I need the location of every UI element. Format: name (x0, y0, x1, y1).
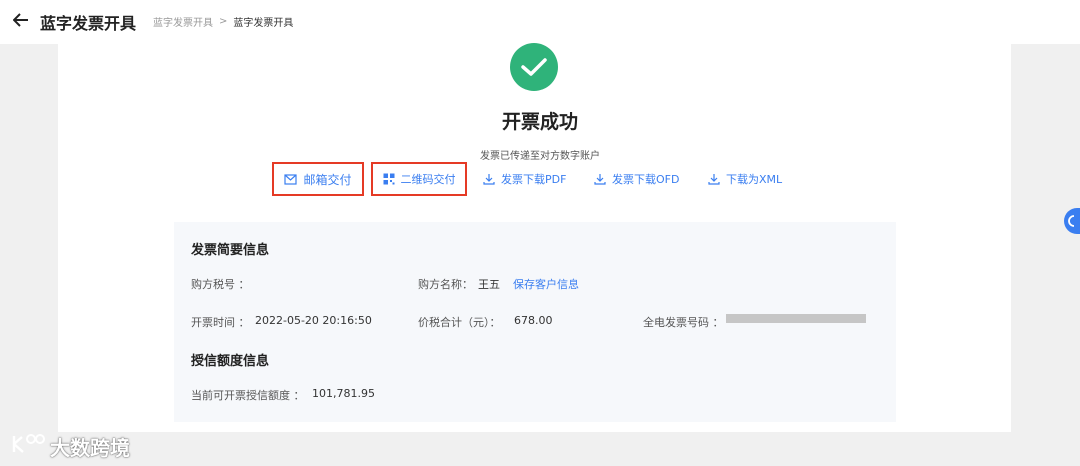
email-delivery-label: 邮箱交付 (303, 172, 352, 187)
download-xml-button[interactable]: 下载为XML (708, 170, 782, 188)
download-ofd-label: 发票下载OFD (612, 173, 680, 186)
issue-time-label: 开票时间 ： (191, 316, 250, 329)
invoice-no-label: 全电发票号码 ： (643, 316, 724, 329)
breadcrumb: 蓝字发票开具 > 蓝字发票开具 (153, 14, 293, 29)
watermark-text: 大数跨境 (50, 436, 130, 460)
invoice-summary-title: 发票简要信息 (191, 243, 270, 258)
qrcode-icon (383, 173, 395, 185)
credit-available-label: 当前可开票授信额度 ： (191, 389, 305, 402)
qrcode-delivery-label: 二维码交付 (400, 173, 456, 186)
credit-available-value: 101,781.95 (312, 387, 375, 400)
watermark-logo-icon (10, 433, 46, 460)
success-check-icon (510, 43, 558, 91)
buyer-name-label: 购方名称： (418, 278, 473, 291)
watermark: 大数跨境 (10, 432, 130, 461)
success-subtitle: 发票已传递至对方数字账户 (480, 151, 600, 162)
download-icon (708, 173, 720, 185)
total-value: 678.00 (514, 314, 553, 327)
success-title: 开票成功 (501, 111, 578, 133)
save-customer-link[interactable]: 保存客户信息 (513, 276, 579, 292)
download-pdf-button[interactable]: 发票下载PDF (483, 170, 566, 188)
back-arrow-icon[interactable] (10, 10, 32, 30)
issue-time-value: 2022-05-20 20:16:50 (255, 314, 372, 327)
credit-info-title: 授信额度信息 (191, 354, 270, 369)
download-icon (483, 173, 495, 185)
buyer-tax-no-label: 购方税号 ： (191, 278, 250, 291)
breadcrumb-item-parent[interactable]: 蓝字发票开具 (153, 14, 213, 29)
download-xml-label: 下载为XML (726, 173, 783, 186)
breadcrumb-item-current: 蓝字发票开具 (233, 18, 294, 29)
support-float-button[interactable] (1064, 208, 1080, 234)
download-ofd-button[interactable]: 发票下载OFD (594, 170, 679, 188)
page-title: 蓝字发票开具 (40, 14, 137, 33)
breadcrumb-separator: > (219, 16, 228, 27)
top-bar: 蓝字发票开具 蓝字发票开具 > 蓝字发票开具 (0, 0, 1080, 44)
total-label: 价税合计（元）： (418, 316, 501, 329)
download-pdf-label: 发票下载PDF (501, 173, 567, 186)
buyer-name-value: 王五 (478, 278, 500, 291)
download-icon (594, 173, 606, 185)
email-delivery-button[interactable]: 邮箱交付 (272, 162, 364, 196)
invoice-no-redacted (726, 314, 866, 323)
qrcode-delivery-button[interactable]: 二维码交付 (371, 162, 467, 196)
mail-icon (284, 173, 298, 185)
